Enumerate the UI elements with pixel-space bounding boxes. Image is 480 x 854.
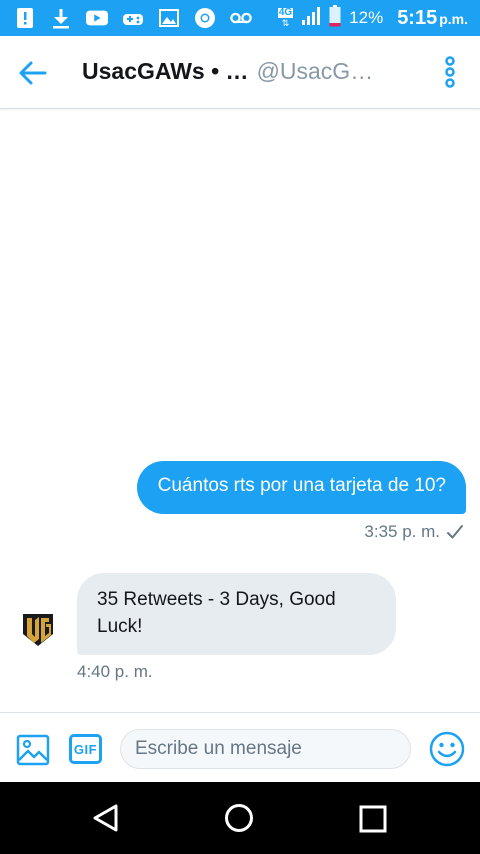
add-gif-button[interactable]: GIF xyxy=(69,734,102,764)
emoji-icon xyxy=(429,731,465,767)
nav-back-icon xyxy=(93,804,118,832)
system-status: 4G ⇅ 12% 5:15 p.m. xyxy=(277,0,468,36)
nav-back-button[interactable] xyxy=(90,802,122,834)
clock: 5:15 p.m. xyxy=(397,7,468,30)
sender-avatar[interactable] xyxy=(22,612,54,648)
participant-name: UsacGAWs • … xyxy=(82,58,249,84)
participant-handle: @UsacG… xyxy=(256,58,374,84)
incoming-message-time: 4:40 p. m. xyxy=(77,662,153,681)
games-icon xyxy=(122,7,144,29)
message-composer: GIF xyxy=(0,712,480,783)
network-4g-icon: 4G ⇅ xyxy=(277,7,294,28)
outgoing-message-time: 3:35 p. m. xyxy=(364,522,440,541)
voicemail-icon xyxy=(230,7,252,29)
battery-icon xyxy=(329,4,341,32)
nav-home-button[interactable] xyxy=(223,802,255,834)
conversation-header: UsacGAWs • … @UsacG… xyxy=(0,36,480,109)
outgoing-message-meta: 3:35 p. m. xyxy=(364,522,464,542)
youtube-icon xyxy=(86,7,108,29)
nav-recents-button[interactable] xyxy=(358,804,388,834)
clock-ampm: p.m. xyxy=(439,10,468,27)
outgoing-message-bubble[interactable]: Cuántos rts por una tarjeta de 10? xyxy=(136,461,466,514)
nav-home-icon xyxy=(225,804,253,832)
back-arrow-icon xyxy=(19,61,47,85)
battery-percent: 12% xyxy=(349,8,384,27)
download-icon xyxy=(50,7,72,29)
more-vertical-icon xyxy=(445,56,455,88)
nav-recents-icon xyxy=(359,805,387,833)
clock-time: 5:15 xyxy=(397,6,438,29)
dm-conversation-screen: 4G ⇅ 12% 5:15p.m. UsacGAWs • … @UsacG… xyxy=(0,0,480,854)
notification-icons xyxy=(14,5,252,31)
back-button[interactable] xyxy=(16,56,50,90)
message-input[interactable] xyxy=(120,729,411,769)
alert-icon xyxy=(14,7,36,29)
incoming-message-bubble[interactable]: 35 Retweets - 3 Days, Good Luck! xyxy=(77,573,396,655)
emoji-button[interactable] xyxy=(428,730,466,768)
gallery-icon xyxy=(158,7,180,29)
signal-icon xyxy=(301,6,321,31)
incoming-message-text: 35 Retweets - 3 Days, Good Luck! xyxy=(97,589,336,637)
image-icon xyxy=(16,734,50,766)
gif-label: GIF xyxy=(73,741,98,757)
add-image-button[interactable] xyxy=(16,733,50,767)
status-bar: 4G ⇅ 12% 5:15 p.m. xyxy=(0,0,480,36)
network-type-label: 4G xyxy=(277,7,294,18)
conversation-title[interactable]: UsacGAWs • … @UsacG… xyxy=(82,58,382,85)
system-navigation-bar xyxy=(0,782,480,854)
outgoing-message-text: Cuántos rts por una tarjeta de 10? xyxy=(157,475,446,496)
chrome-icon xyxy=(194,7,216,29)
check-icon xyxy=(447,525,463,539)
ug-logo-icon xyxy=(23,614,53,646)
more-options-button[interactable] xyxy=(442,56,458,90)
